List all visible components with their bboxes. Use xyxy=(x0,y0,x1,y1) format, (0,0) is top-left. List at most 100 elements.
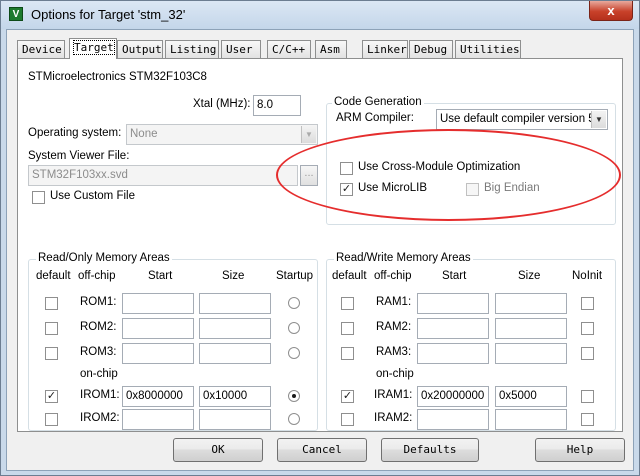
chevron-down-icon: ▼ xyxy=(591,111,606,128)
code-generation-title: Code Generation xyxy=(332,96,424,108)
use-custom-file-label: Use Custom File xyxy=(50,190,135,202)
tab-linker[interactable]: Linker xyxy=(362,40,408,58)
tab-device[interactable]: Device xyxy=(17,40,65,58)
iram1-start-input[interactable]: 0x20000000 xyxy=(417,386,489,407)
ro-header-offchip: off-chip xyxy=(78,270,116,282)
ram3-size-input[interactable] xyxy=(495,343,567,364)
os-select[interactable]: None ▼ xyxy=(126,124,318,145)
irom2-size-input[interactable] xyxy=(199,409,271,430)
iram2-size-input[interactable] xyxy=(495,409,567,430)
iram1-label: IRAM1: xyxy=(374,389,413,401)
rom1-label: ROM1: xyxy=(80,296,117,308)
irom2-default-checkbox[interactable] xyxy=(45,413,58,426)
ram1-default-checkbox[interactable] xyxy=(341,297,354,310)
irom1-default-checkbox[interactable]: ✓ xyxy=(45,390,58,403)
rw-onchip-label: on-chip xyxy=(376,368,414,380)
rom3-default-checkbox[interactable] xyxy=(45,347,58,360)
tab-utilities[interactable]: Utilities xyxy=(455,40,521,58)
irom1-size-input[interactable]: 0x10000 xyxy=(199,386,271,407)
irom2-startup-radio[interactable] xyxy=(288,413,300,425)
title-bar[interactable]: V Options for Target 'stm_32' x xyxy=(1,1,639,29)
tab-debug[interactable]: Debug xyxy=(409,40,453,58)
defaults-button[interactable]: Defaults xyxy=(381,438,479,462)
rw-header-start: Start xyxy=(442,270,467,282)
rom1-startup-radio[interactable] xyxy=(288,297,300,309)
target-page: STMicroelectronics STM32F103C8 Xtal (MHz… xyxy=(17,58,623,432)
arm-compiler-label: ARM Compiler: xyxy=(336,112,414,124)
ro-onchip-label: on-chip xyxy=(80,368,118,380)
iram2-default-checkbox[interactable] xyxy=(341,413,354,426)
rom3-size-input[interactable] xyxy=(199,343,271,364)
help-button[interactable]: Help xyxy=(535,438,625,462)
svd-browse-button[interactable]: ... xyxy=(300,165,318,186)
rw-header-noinit: NoInit xyxy=(572,270,603,282)
ram3-label: RAM3: xyxy=(376,346,412,358)
ram1-noinit-checkbox[interactable] xyxy=(581,297,594,310)
iram1-size-input[interactable]: 0x5000 xyxy=(495,386,567,407)
rw-memory-title: Read/Write Memory Areas xyxy=(334,252,473,264)
xtal-input[interactable]: 8.0 xyxy=(253,95,301,116)
rom2-label: ROM2: xyxy=(80,321,117,333)
ro-header-size: Size xyxy=(222,270,245,282)
irom2-label: IROM2: xyxy=(80,412,120,424)
irom1-start-input[interactable]: 0x8000000 xyxy=(122,386,194,407)
ram2-start-input[interactable] xyxy=(417,318,489,339)
rom2-start-input[interactable] xyxy=(122,318,194,339)
ram1-size-input[interactable] xyxy=(495,293,567,314)
cross-module-checkbox[interactable] xyxy=(340,162,353,175)
ro-header-start: Start xyxy=(148,270,173,282)
ram2-default-checkbox[interactable] xyxy=(341,322,354,335)
xtal-label: Xtal (MHz): xyxy=(193,98,251,110)
tab-target[interactable]: Target xyxy=(69,38,117,59)
ram3-start-input[interactable] xyxy=(417,343,489,364)
iram2-label: IRAM2: xyxy=(374,412,413,424)
irom1-startup-radio[interactable] xyxy=(288,390,300,402)
svd-file-input[interactable]: STM32F103xx.svd xyxy=(28,165,298,186)
rom3-start-input[interactable] xyxy=(122,343,194,364)
ok-button[interactable]: OK xyxy=(173,438,263,462)
irom1-label: IROM1: xyxy=(80,389,120,401)
rom2-startup-radio[interactable] xyxy=(288,322,300,334)
tab-user[interactable]: User xyxy=(221,40,261,58)
window-title: Options for Target 'stm_32' xyxy=(31,7,186,22)
chevron-down-icon: ▼ xyxy=(301,126,316,143)
ro-header-default: default xyxy=(36,270,71,282)
device-name: STMicroelectronics STM32F103C8 xyxy=(28,71,207,83)
os-label: Operating system: xyxy=(28,127,122,139)
ram3-default-checkbox[interactable] xyxy=(341,347,354,360)
options-dialog: V Options for Target 'stm_32' x Device T… xyxy=(0,0,640,476)
irom2-start-input[interactable] xyxy=(122,409,194,430)
rw-header-default: default xyxy=(332,270,367,282)
cross-module-label: Use Cross-Module Optimization xyxy=(358,161,521,173)
rom1-start-input[interactable] xyxy=(122,293,194,314)
ram2-size-input[interactable] xyxy=(495,318,567,339)
tab-listing[interactable]: Listing xyxy=(165,40,219,58)
keil-app-icon: V xyxy=(9,7,23,21)
rom1-default-checkbox[interactable] xyxy=(45,297,58,310)
microlib-label: Use MicroLIB xyxy=(358,182,428,194)
ram3-noinit-checkbox[interactable] xyxy=(581,347,594,360)
close-button[interactable]: x xyxy=(589,1,633,21)
compiler-version-select[interactable]: Use default compiler version 5 ▼ xyxy=(436,109,608,130)
rom2-default-checkbox[interactable] xyxy=(45,322,58,335)
cancel-button[interactable]: Cancel xyxy=(277,438,367,462)
microlib-checkbox[interactable]: ✓ xyxy=(340,183,353,196)
rom1-size-input[interactable] xyxy=(199,293,271,314)
tab-c-cpp[interactable]: C/C++ xyxy=(267,40,311,58)
iram2-start-input[interactable] xyxy=(417,409,489,430)
iram1-default-checkbox[interactable]: ✓ xyxy=(341,390,354,403)
dialog-client: Device Target Output Listing User C/C++ … xyxy=(6,29,634,471)
iram2-noinit-checkbox[interactable] xyxy=(581,413,594,426)
tab-asm[interactable]: Asm xyxy=(315,40,347,58)
tab-output[interactable]: Output xyxy=(117,40,163,58)
rw-header-offchip: off-chip xyxy=(374,270,412,282)
ram2-noinit-checkbox[interactable] xyxy=(581,322,594,335)
big-endian-checkbox[interactable] xyxy=(466,183,479,196)
ram1-start-input[interactable] xyxy=(417,293,489,314)
iram1-noinit-checkbox[interactable] xyxy=(581,390,594,403)
big-endian-label: Big Endian xyxy=(484,182,540,194)
rom2-size-input[interactable] xyxy=(199,318,271,339)
use-custom-file-checkbox[interactable] xyxy=(32,191,45,204)
svd-label: System Viewer File: xyxy=(28,150,130,162)
rom3-startup-radio[interactable] xyxy=(288,347,300,359)
